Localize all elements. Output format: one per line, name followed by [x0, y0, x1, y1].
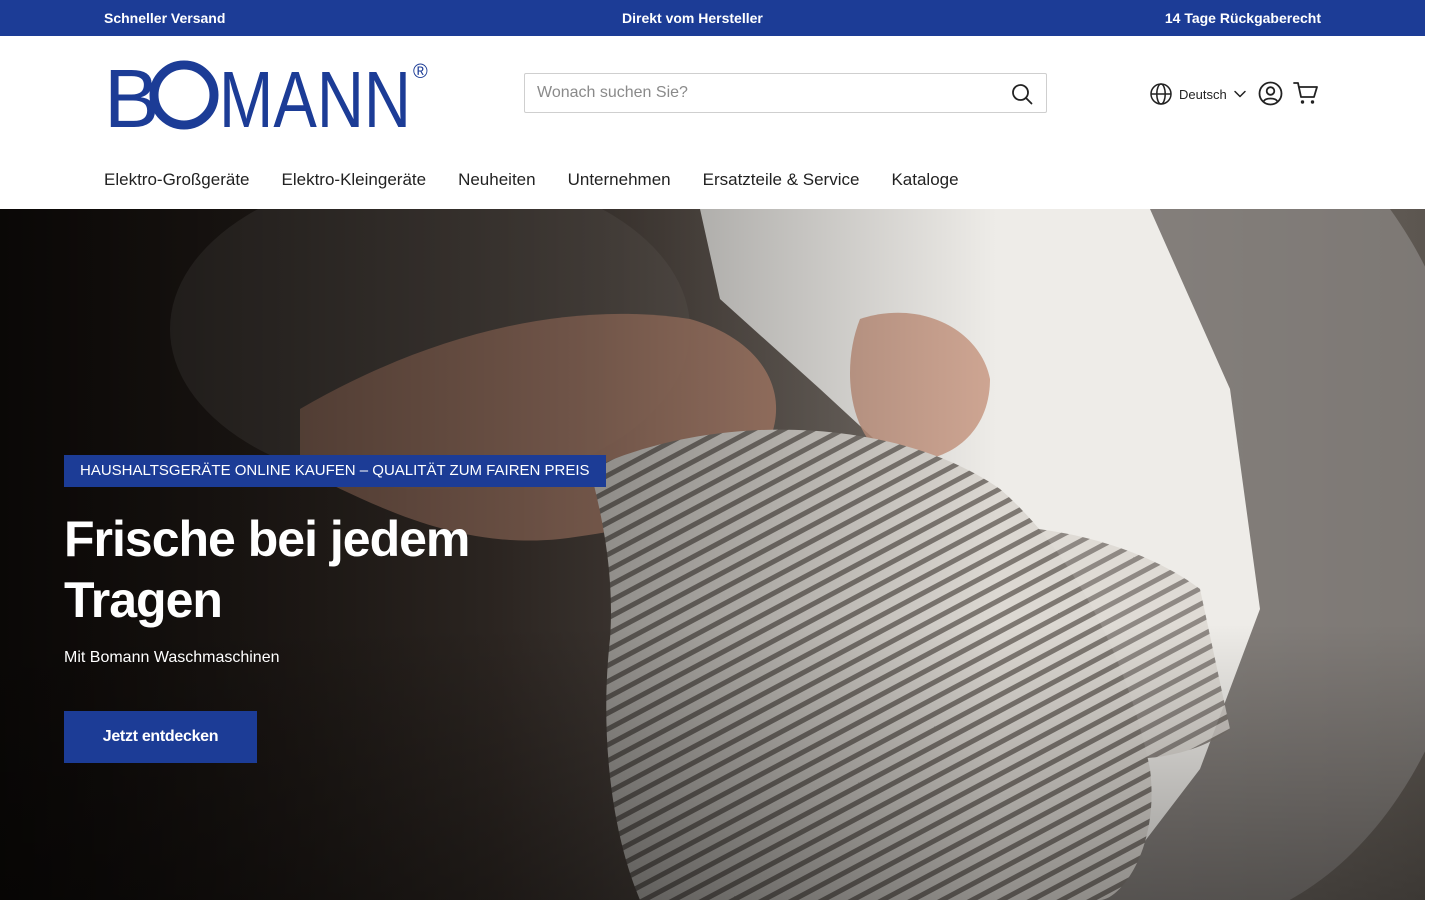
site-header: B MANN ® Deutsch: [0, 36, 1425, 209]
search-input[interactable]: [525, 74, 995, 112]
search-box: [524, 73, 1047, 113]
discover-now-button[interactable]: Jetzt entdecken: [64, 711, 257, 763]
search-icon[interactable]: [1010, 82, 1034, 106]
announcement-returns: 14 Tage Rückgaberecht: [1164, 10, 1321, 26]
announcement-manufacturer: Direkt vom Hersteller: [622, 10, 763, 26]
scrollbar-gutter: [1425, 0, 1440, 900]
logo-graphic: B MANN ®: [104, 56, 428, 134]
announcement-shipping: Schneller Versand: [104, 10, 226, 26]
language-label: Deutsch: [1179, 86, 1227, 102]
bomann-logo[interactable]: B MANN ®: [104, 56, 434, 134]
hero-title: Frische bei jedem Tragen: [64, 511, 470, 628]
cart-icon[interactable]: [1293, 81, 1319, 106]
logo-registered-mark: ®: [413, 61, 428, 83]
nav-item-company[interactable]: Unternehmen: [568, 170, 671, 190]
logo-letters-mann: MANN: [219, 56, 411, 134]
nav-item-large-appliances[interactable]: Elektro-Großgeräte: [104, 170, 250, 190]
language-selector[interactable]: Deutsch: [1149, 82, 1247, 106]
announcement-bar: Schneller Versand Direkt vom Hersteller …: [0, 0, 1425, 36]
nav-item-spare-parts-service[interactable]: Ersatzteile & Service: [703, 170, 860, 190]
globe-icon: [1150, 83, 1172, 105]
nav-item-small-appliances[interactable]: Elektro-Kleingeräte: [282, 170, 427, 190]
logo-ring: [149, 60, 219, 130]
user-circle-icon[interactable]: [1258, 81, 1283, 106]
hero-badge: HAUSHALTSGERÄTE ONLINE KAUFEN – QUALITÄT…: [64, 455, 606, 487]
nav-item-new-arrivals[interactable]: Neuheiten: [458, 170, 536, 190]
hero-subtitle: Mit Bomann Waschmaschinen: [64, 649, 280, 666]
chevron-down-icon: [1233, 90, 1246, 98]
main-navigation: Elektro-Großgeräte Elektro-Kleingeräte N…: [104, 170, 959, 190]
page: Schneller Versand Direkt vom Hersteller …: [0, 0, 1425, 900]
nav-item-catalogs[interactable]: Kataloge: [891, 170, 958, 190]
hero-banner: HAUSHALTSGERÄTE ONLINE KAUFEN – QUALITÄT…: [0, 209, 1425, 900]
